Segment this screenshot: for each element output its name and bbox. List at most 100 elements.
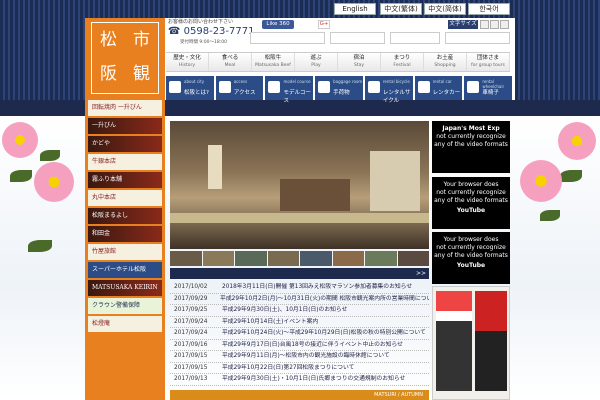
wheelchair-icon	[467, 81, 480, 93]
camellia-flower-icon	[558, 122, 596, 160]
font-size-medium-button[interactable]	[490, 20, 499, 29]
lang-simplified-chinese[interactable]: 中文(简体)	[424, 3, 466, 15]
thumbnail[interactable]	[202, 251, 234, 266]
news-item[interactable]: 2017/09/13 平成29年9月30日(土)・10月1日(日)氏郷まつりの交通…	[170, 374, 429, 386]
right-stripe	[515, 18, 600, 100]
news-item[interactable]: 2017/09/15 平成29年10月22日(日)第27回松阪まつりについて	[170, 363, 429, 374]
news-header: >>	[170, 268, 429, 279]
sponsor-banner[interactable]: 一升びん	[88, 118, 162, 134]
google-plus-button[interactable]: G+	[318, 20, 330, 29]
news-list: 2017/10/02 2018年3月11日(日)開催 第13回みえ松阪マラソン参加…	[170, 282, 429, 386]
sponsor-banner[interactable]: スーパーホテル松阪	[88, 262, 162, 278]
leaf-icon	[560, 170, 582, 182]
search-input-3[interactable]	[390, 32, 440, 44]
service-model-course[interactable]: model course モデルコース	[265, 76, 314, 104]
font-size-small-button[interactable]	[480, 20, 489, 29]
lang-korean[interactable]: 한국어	[468, 3, 510, 15]
camellia-flower-icon	[2, 122, 38, 158]
news-item[interactable]: 2017/10/02 2018年3月11日(日)開催 第13回みえ松阪マラソン参加…	[170, 282, 429, 294]
leaf-icon	[40, 150, 60, 161]
news-item[interactable]: 2017/09/24 平成29年10月24日(火)～平成29年10月29日(日)松…	[170, 328, 429, 340]
sponsor-banner[interactable]: かどや	[88, 136, 162, 152]
sponsor-banner[interactable]: 竹屋旅館	[88, 244, 162, 260]
sponsor-banner[interactable]: 松阪まるよし	[88, 208, 162, 224]
sponsor-banner[interactable]: 丸中本店	[88, 190, 162, 206]
service-nav: about city 松阪とは? access アクセス model course モ…	[166, 76, 513, 104]
map-icon	[268, 81, 281, 93]
search-input-4[interactable]	[445, 32, 510, 44]
sponsor-banner[interactable]: 霧ふり本舗	[88, 172, 162, 188]
train-icon	[218, 81, 231, 93]
cabinet	[280, 179, 350, 211]
thumbnail[interactable]	[332, 251, 364, 266]
festival-poster[interactable]	[432, 286, 510, 400]
baggage-icon	[318, 81, 331, 93]
nav-shopping[interactable]: お土産 Shopping	[424, 53, 467, 71]
lang-english[interactable]: English	[334, 3, 376, 15]
tatami-floor	[170, 213, 429, 223]
sponsor-banner[interactable]: 牛銀本店	[88, 154, 162, 170]
business-hours: 受付時間 9:00～18:00	[180, 40, 228, 45]
service-about-city[interactable]: about city 松阪とは?	[166, 76, 214, 100]
search-input-2[interactable]	[330, 32, 385, 44]
slideshow-thumbnails	[170, 251, 429, 266]
thumbnail[interactable]	[235, 251, 267, 266]
service-rental-bicycle[interactable]: rental bicycle レンタルサイクル	[364, 76, 413, 104]
sponsor-banner[interactable]: クラウン警備保障	[88, 298, 162, 314]
camellia-flower-icon	[520, 160, 562, 202]
hero-slideshow-image[interactable]	[170, 121, 429, 249]
nav-play[interactable]: 遊ぶ Play	[295, 53, 338, 71]
search-input[interactable]	[250, 32, 325, 44]
phone-number: ☎ 0598-23-7771	[168, 26, 255, 37]
top-bar	[0, 0, 600, 18]
nav-meal[interactable]: 食べる Meal	[209, 53, 252, 71]
sponsor-banner[interactable]: 松燈庵	[88, 316, 162, 332]
bicycle-icon	[367, 81, 380, 93]
poster-image-right	[475, 291, 507, 391]
leaf-icon	[10, 170, 32, 182]
news-item[interactable]: 2017/09/16 平成29年9月17日(日)台風18号の接近に伴うイベント中止…	[170, 340, 429, 351]
shoji-window	[370, 151, 420, 211]
thumbnail[interactable]	[170, 251, 202, 266]
lang-traditional-chinese[interactable]: 中文(繁体)	[380, 3, 422, 15]
video-player[interactable]: Your browser does not currently recogniz…	[432, 177, 510, 229]
youtube-logo-icon: YouTube	[456, 262, 486, 269]
news-item[interactable]: 2017/09/25 平成29年9月30日(土)、10月1日(日)のお知らせ	[170, 305, 429, 317]
left-stripe	[0, 18, 85, 100]
nav-matsusaka-beef[interactable]: 松阪牛 Matsusaka Beef	[252, 53, 295, 71]
sponsor-banner[interactable]: 和田金	[88, 226, 162, 242]
city-icon	[169, 81, 181, 93]
thumbnail[interactable]	[365, 251, 397, 266]
car-icon	[417, 81, 430, 93]
sponsor-banner[interactable]: MATSUSAKA KEIRIN	[88, 280, 162, 296]
thumbnail[interactable]	[267, 251, 299, 266]
leaf-icon	[540, 210, 560, 221]
youtube-logo-icon: YouTube	[456, 207, 486, 214]
facebook-like-button[interactable]: Like 360	[262, 20, 294, 29]
leaf-icon	[28, 240, 52, 252]
news-item[interactable]: 2017/09/15 平成29年9月11日(月)～松阪市内の観光施設の臨時休館につ…	[170, 351, 429, 363]
news-item[interactable]: 2017/09/24 平成29年10月14日(土)イベント案内	[170, 317, 429, 328]
video-player[interactable]: Japan's Most Exp not currently recognize…	[432, 121, 510, 173]
nav-history[interactable]: 歴史・文化 History	[166, 53, 209, 71]
festival-banner[interactable]: MATSURI / AUTUMN	[170, 390, 429, 400]
news-item[interactable]: 2017/09/29 平成29年10月2日(月)～10月31日(火)の期間 松阪市…	[170, 294, 429, 305]
service-baggage[interactable]: baggage room 手荷物	[315, 76, 363, 100]
service-wheelchair[interactable]: rental wheelchair 車椅子	[464, 76, 513, 100]
nav-festival[interactable]: まつり Festival	[381, 53, 424, 71]
thumbnail[interactable]	[300, 251, 332, 266]
thumbnail[interactable]	[397, 251, 429, 266]
camellia-flower-icon	[34, 162, 74, 202]
service-rental-car[interactable]: rental car レンタカー	[414, 76, 463, 100]
nav-group-tours[interactable]: 団体さま for group tours	[467, 53, 510, 71]
service-access[interactable]: access アクセス	[215, 76, 264, 100]
sponsor-banner[interactable]: 回転焼肉 一升びん	[88, 100, 162, 116]
news-more-link[interactable]: >>	[416, 270, 426, 277]
poster-image-left	[436, 291, 472, 391]
video-player[interactable]: Your browser does not currently recogniz…	[432, 232, 510, 284]
main-nav: 歴史・文化 History 食べる Meal 松阪牛 Matsusaka Beef 遊…	[166, 52, 510, 72]
font-size-label: 文字サイズ	[448, 20, 478, 29]
hanging-scroll	[208, 145, 222, 189]
nav-stay[interactable]: 宿泊 Stay	[338, 53, 381, 71]
font-size-large-button[interactable]	[500, 20, 509, 29]
